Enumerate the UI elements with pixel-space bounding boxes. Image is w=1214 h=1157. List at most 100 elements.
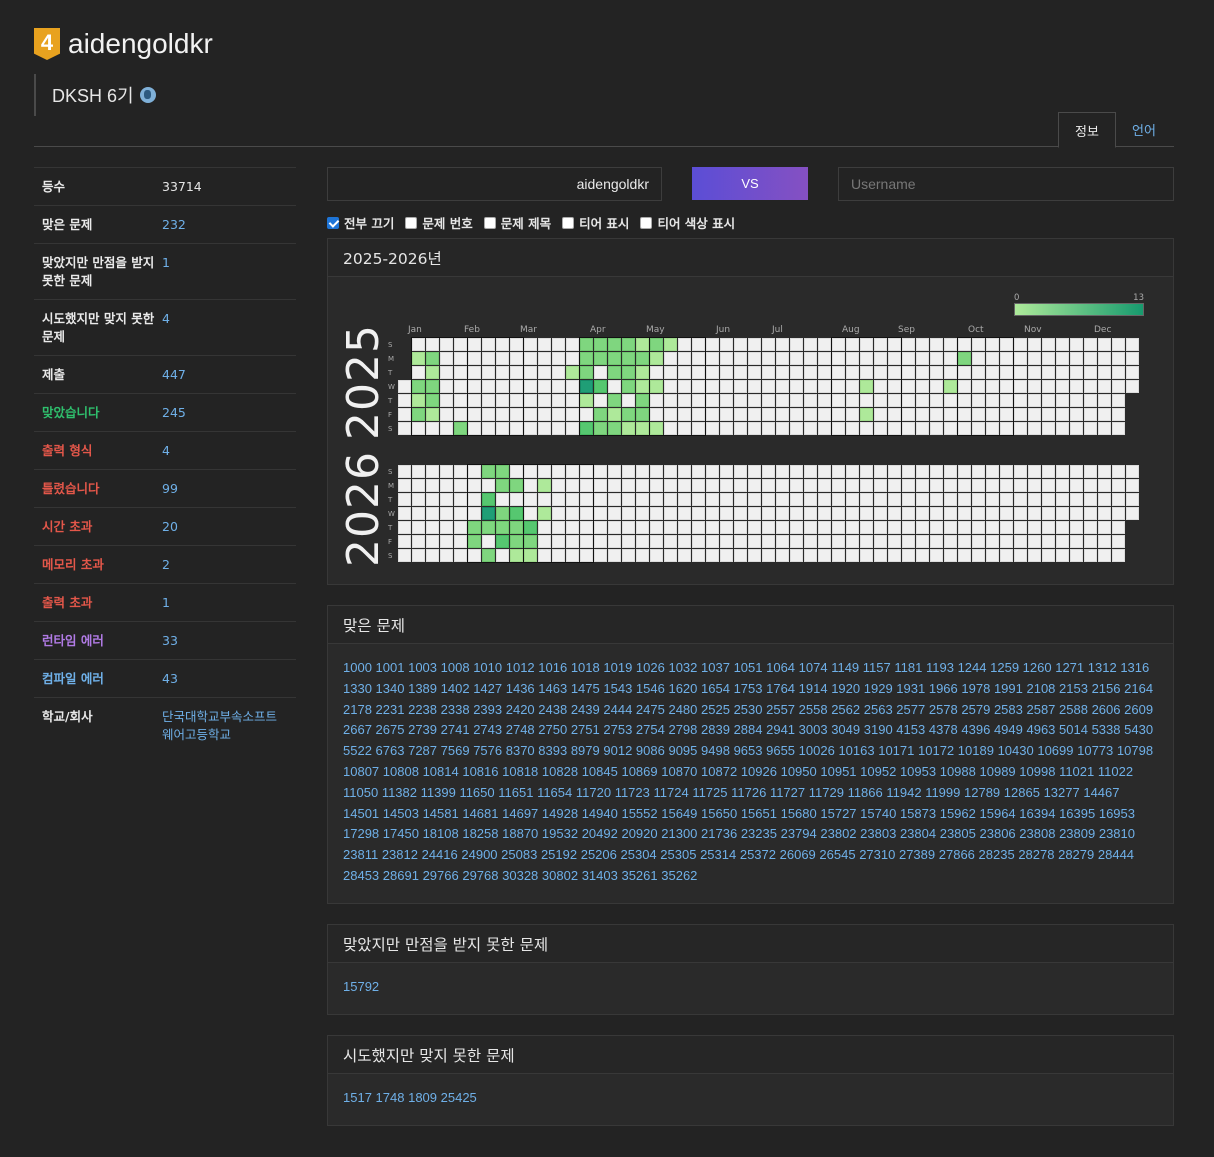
heatmap-cell[interactable] (986, 338, 999, 351)
heatmap-cell[interactable] (664, 507, 677, 520)
heatmap-cell[interactable] (748, 408, 761, 421)
heatmap-cell[interactable] (426, 535, 439, 548)
heatmap-cell[interactable] (538, 422, 551, 435)
heatmap-cell[interactable] (622, 507, 635, 520)
heatmap-cell[interactable] (1098, 352, 1111, 365)
heatmap-cell[interactable] (930, 479, 943, 492)
problem-link[interactable]: 6763 (376, 743, 405, 758)
heatmap-cell[interactable] (482, 535, 495, 548)
heatmap-cell[interactable] (860, 521, 873, 534)
heatmap-cell[interactable] (706, 549, 719, 562)
problem-link[interactable]: 1016 (538, 660, 567, 675)
problem-link[interactable]: 1074 (799, 660, 828, 675)
heatmap-cell[interactable] (832, 422, 845, 435)
problem-link[interactable]: 10953 (900, 764, 936, 779)
heatmap-cell[interactable] (622, 493, 635, 506)
heatmap-cell[interactable] (454, 380, 467, 393)
heatmap-cell[interactable] (1112, 338, 1125, 351)
heatmap-cell[interactable] (790, 380, 803, 393)
heatmap-cell[interactable] (972, 493, 985, 506)
heatmap-cell[interactable] (944, 507, 957, 520)
problem-link[interactable]: 10950 (781, 764, 817, 779)
problem-link[interactable]: 29768 (462, 868, 498, 883)
problem-link[interactable]: 9498 (701, 743, 730, 758)
problem-link[interactable]: 25192 (541, 847, 577, 862)
heatmap-cell[interactable] (622, 380, 635, 393)
heatmap-cell[interactable] (888, 366, 901, 379)
problem-link[interactable]: 10870 (661, 764, 697, 779)
heatmap-cell[interactable] (1098, 493, 1111, 506)
heatmap-cell[interactable] (1014, 521, 1027, 534)
problem-link[interactable]: 23811 (343, 847, 378, 862)
heatmap-cell[interactable] (860, 507, 873, 520)
heatmap-cell[interactable] (1098, 366, 1111, 379)
problem-link[interactable]: 2577 (896, 702, 925, 717)
stat-value[interactable]: 4 (162, 310, 288, 346)
option-toggle[interactable]: 전부 끄기 (327, 213, 394, 232)
heatmap-cell[interactable] (944, 366, 957, 379)
problem-link[interactable]: 4963 (1026, 722, 1055, 737)
heatmap-cell[interactable] (1084, 493, 1097, 506)
heatmap-cell[interactable] (608, 465, 621, 478)
heatmap-cell[interactable] (482, 422, 495, 435)
heatmap-cell[interactable] (916, 549, 929, 562)
problem-link[interactable]: 15650 (701, 806, 737, 821)
problem-link[interactable]: 2156 (1092, 681, 1121, 696)
heatmap-cell[interactable] (1056, 535, 1069, 548)
heatmap-cell[interactable] (510, 465, 523, 478)
heatmap-cell[interactable] (720, 352, 733, 365)
heatmap-cell[interactable] (888, 394, 901, 407)
heatmap-cell[interactable] (1070, 535, 1083, 548)
heatmap-cell[interactable] (986, 352, 999, 365)
heatmap-cell[interactable] (804, 394, 817, 407)
heatmap-cell[interactable] (454, 521, 467, 534)
heatmap-cell[interactable] (734, 549, 747, 562)
heatmap-cell[interactable] (398, 380, 411, 393)
heatmap-cell[interactable] (930, 493, 943, 506)
heatmap-cell[interactable] (524, 535, 537, 548)
heatmap-cell[interactable] (874, 465, 887, 478)
heatmap-cell[interactable] (762, 479, 775, 492)
problem-link[interactable]: 1543 (603, 681, 632, 696)
heatmap-cell[interactable] (664, 422, 677, 435)
heatmap-cell[interactable] (846, 422, 859, 435)
checkbox[interactable] (405, 216, 418, 229)
heatmap-cell[interactable] (650, 408, 663, 421)
problem-link[interactable]: 2108 (1026, 681, 1055, 696)
heatmap-cell[interactable] (930, 465, 943, 478)
heatmap-cell[interactable] (678, 465, 691, 478)
problem-link[interactable]: 11727 (770, 785, 805, 800)
heatmap-cell[interactable] (846, 507, 859, 520)
heatmap-cell[interactable] (818, 465, 831, 478)
heatmap-cell[interactable] (832, 549, 845, 562)
problem-link[interactable]: 23235 (741, 826, 777, 841)
heatmap-cell[interactable] (468, 535, 481, 548)
heatmap-cell[interactable] (1126, 493, 1139, 506)
heatmap-cell[interactable] (692, 549, 705, 562)
problem-link[interactable]: 28444 (1098, 847, 1134, 862)
heatmap-cell[interactable] (832, 380, 845, 393)
problem-link[interactable]: 10828 (542, 764, 578, 779)
problem-link[interactable]: 1436 (506, 681, 535, 696)
heatmap-cell[interactable] (1042, 380, 1055, 393)
heatmap-cell[interactable] (538, 479, 551, 492)
heatmap-cell[interactable] (580, 465, 593, 478)
problem-link[interactable]: 1929 (864, 681, 893, 696)
heatmap-cell[interactable] (706, 394, 719, 407)
heatmap-cell[interactable] (930, 549, 943, 562)
heatmap-cell[interactable] (678, 408, 691, 421)
heatmap-cell[interactable] (1126, 479, 1139, 492)
heatmap-cell[interactable] (846, 408, 859, 421)
heatmap-cell[interactable] (566, 394, 579, 407)
problem-link[interactable]: 25314 (700, 847, 736, 862)
heatmap-cell[interactable] (888, 380, 901, 393)
heatmap-cell[interactable] (552, 521, 565, 534)
heatmap-cell[interactable] (776, 479, 789, 492)
heatmap-cell[interactable] (1056, 479, 1069, 492)
heatmap-cell[interactable] (860, 338, 873, 351)
problem-link[interactable]: 1389 (408, 681, 437, 696)
heatmap-cell[interactable] (720, 380, 733, 393)
heatmap-cell[interactable] (412, 422, 425, 435)
heatmap-cell[interactable] (958, 380, 971, 393)
heatmap-cell[interactable] (916, 535, 929, 548)
